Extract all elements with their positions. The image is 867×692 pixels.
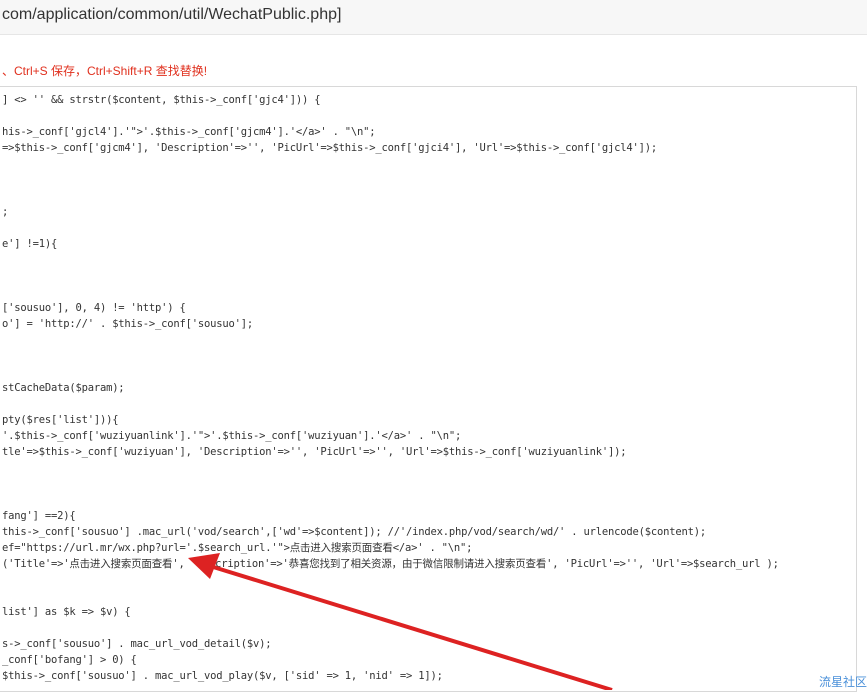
code-line[interactable]: ] <> '' && strstr($content, $this->_conf…: [2, 92, 321, 108]
file-path: com/application/common/util/WechatPublic…: [2, 6, 342, 23]
code-line[interactable]: e'] !=1){: [2, 236, 57, 252]
code-line[interactable]: _conf['bofang'] > 0) {: [2, 652, 137, 668]
code-editor[interactable]: ] <> '' && strstr($content, $this->_conf…: [0, 86, 857, 692]
code-line[interactable]: =>$this->_conf['gjcm4'], 'Description'=>…: [2, 140, 657, 156]
code-line[interactable]: list'] as $k => $v) {: [2, 604, 131, 620]
code-line[interactable]: ('Title'=>'点击进入搜索页面查看', 'Description'=>'…: [2, 556, 779, 572]
code-line[interactable]: ef="https://url.mr/wx.php?url='.$search_…: [2, 540, 472, 556]
code-line[interactable]: this->_conf['sousuo'] .mac_url('vod/sear…: [2, 524, 706, 540]
code-line[interactable]: $this->_conf['sousuo'] . mac_url_vod_pla…: [2, 668, 443, 684]
file-path-bar: com/application/common/util/WechatPublic…: [0, 0, 867, 35]
code-line[interactable]: fang'] ==2){: [2, 508, 76, 524]
code-line[interactable]: stCacheData($param);: [2, 380, 125, 396]
code-line[interactable]: s->_conf['sousuo'] . mac_url_vod_detail(…: [2, 636, 272, 652]
code-line[interactable]: '.$this->_conf['wuziyuanlink'].'">'.$thi…: [2, 428, 461, 444]
code-line[interactable]: his->_conf['gjcl4'].'">'.$this->_conf['g…: [2, 124, 376, 140]
code-line[interactable]: o'] = 'http://' . $this->_conf['sousuo']…: [2, 316, 253, 332]
code-line[interactable]: tle'=>$this->_conf['wuziyuan'], 'Descrip…: [2, 444, 627, 460]
code-line[interactable]: ;: [2, 204, 8, 220]
code-line[interactable]: pty($res['list'])){: [2, 412, 119, 428]
watermark: 流星社区: [818, 675, 867, 689]
code-line[interactable]: ['sousuo'], 0, 4) != 'http') {: [2, 300, 186, 316]
editor-shortcut-hint: 、Ctrl+S 保存，Ctrl+Shift+R 查找替换!: [2, 64, 208, 78]
